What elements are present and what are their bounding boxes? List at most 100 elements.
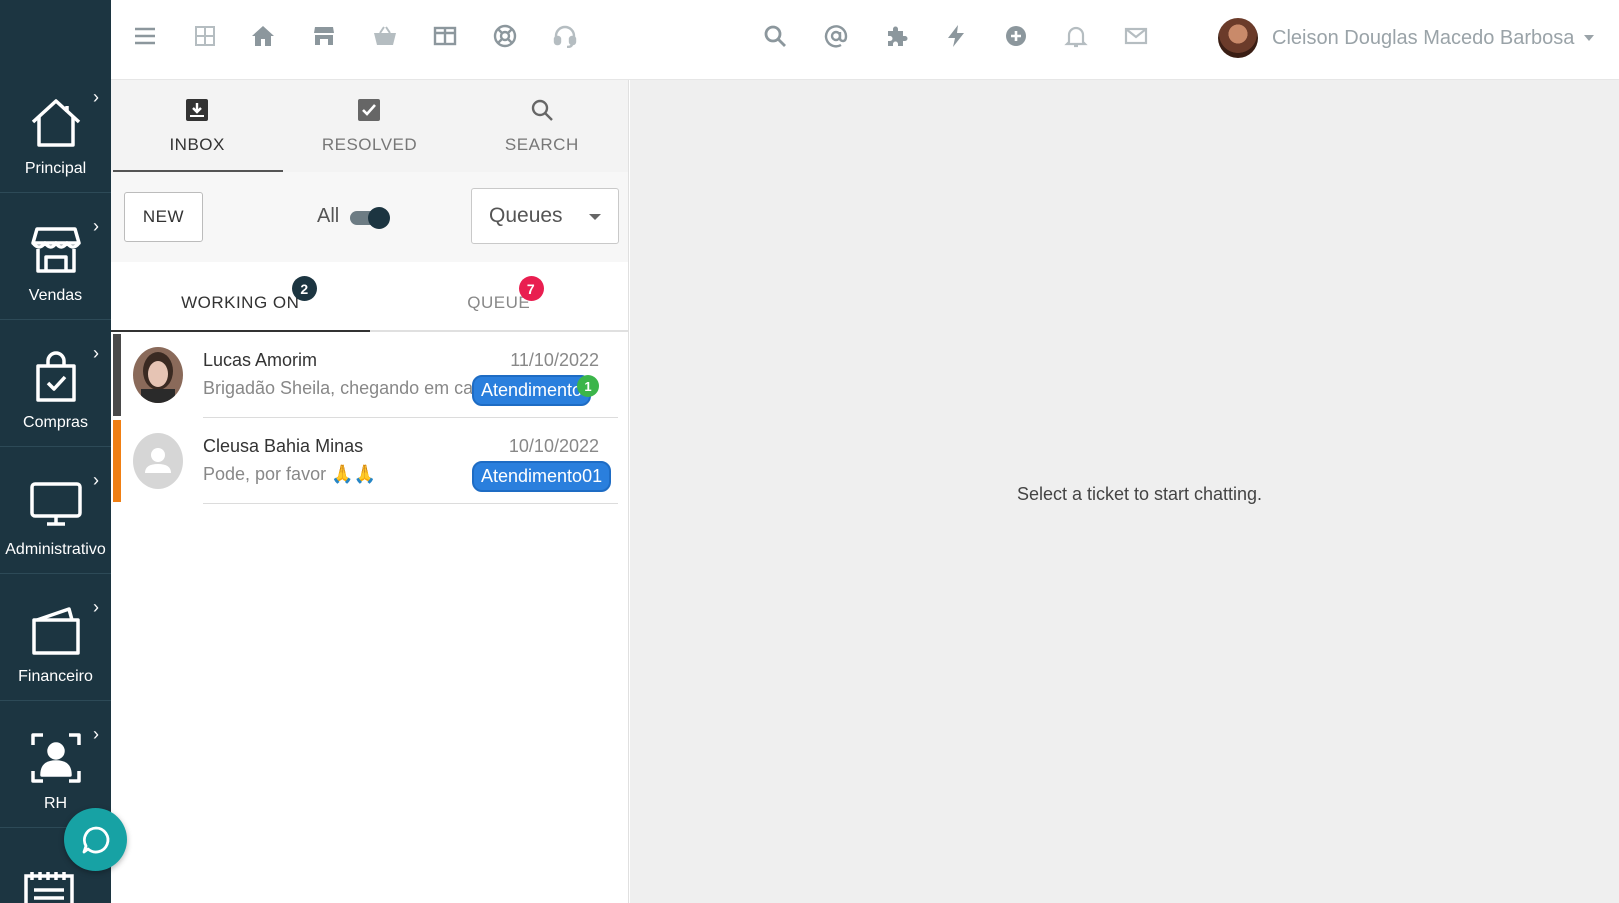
- mail-icon: [1124, 27, 1148, 45]
- columns-button[interactable]: [431, 22, 459, 50]
- chevron-right-icon: ›: [93, 216, 99, 236]
- search-icon: [531, 99, 553, 121]
- sidebar-item-administrativo[interactable]: Administrativo ›: [0, 447, 111, 574]
- monitor-icon: [29, 482, 82, 526]
- ticket-status-bar: [113, 420, 121, 502]
- mentions-button[interactable]: [822, 22, 850, 50]
- home-icon: [252, 26, 274, 46]
- grid-icon: [195, 26, 215, 46]
- tickets-panel: INBOX RESOLVED SEARCH NEW All Queues WOR…: [111, 80, 629, 903]
- toggle-knob: [368, 207, 390, 229]
- home-button[interactable]: [249, 22, 277, 50]
- sidebar-item-label: Vendas: [28, 287, 83, 304]
- default-user-icon: [145, 448, 171, 473]
- ticket-item[interactable]: Lucas Amorim 11/10/2022 Brigadão Sheila,…: [111, 332, 628, 418]
- user-name: Cleison Douglas Macedo Barbosa: [1272, 26, 1575, 49]
- menu-icon: [135, 27, 155, 45]
- home-icon: [31, 99, 80, 147]
- store-button[interactable]: [310, 22, 338, 50]
- working-on-count-badge: 2: [292, 276, 317, 301]
- sidebar-item-compras[interactable]: Compras ›: [0, 320, 111, 447]
- search-button[interactable]: [761, 22, 789, 50]
- user-focus-icon: [30, 733, 81, 783]
- sidebar-item-label: RH: [43, 795, 68, 812]
- inbox-download-icon: [186, 99, 209, 121]
- ticket-last-message: Pode, por favor 🙏🙏: [203, 464, 376, 484]
- tab-working-on[interactable]: WORKING ON 2: [111, 262, 370, 332]
- sub-tabs: WORKING ON 2 QUEUE 7: [111, 262, 628, 332]
- tab-label: SEARCH: [504, 135, 579, 154]
- sidebar-item-label: Financeiro: [18, 668, 93, 685]
- chevron-right-icon: ›: [93, 470, 99, 490]
- chat-fab-button[interactable]: [64, 808, 127, 871]
- add-button[interactable]: [1002, 22, 1030, 50]
- tab-resolved[interactable]: RESOLVED: [283, 80, 455, 172]
- ticket-list: Lucas Amorim 11/10/2022 Brigadão Sheila,…: [111, 332, 628, 504]
- plus-circle-icon: [1006, 26, 1026, 46]
- tab-inbox[interactable]: INBOX: [111, 80, 284, 172]
- queues-select[interactable]: Queues: [471, 188, 619, 244]
- menu-button[interactable]: [131, 22, 159, 50]
- sidebar-item-label: Administrativo: [5, 541, 106, 558]
- quick-actions-button[interactable]: [942, 22, 970, 50]
- tab-search[interactable]: SEARCH: [456, 80, 628, 172]
- new-ticket-button[interactable]: NEW: [124, 192, 203, 242]
- avatar: [133, 347, 183, 403]
- notifications-button[interactable]: [1062, 22, 1090, 50]
- lifebuoy-icon: [493, 24, 517, 48]
- grid-button[interactable]: [191, 22, 219, 50]
- chevron-right-icon: ›: [93, 343, 99, 363]
- sidebar-item-label: Principal: [24, 160, 87, 177]
- chat-area: Select a ticket to start chatting.: [630, 80, 1619, 903]
- tab-queue[interactable]: QUEUE 7: [370, 262, 629, 330]
- search-icon: [764, 25, 786, 47]
- avatar: [133, 433, 183, 489]
- basket-button[interactable]: [371, 22, 399, 50]
- columns-icon: [433, 26, 457, 46]
- chat-placeholder-text: Select a ticket to start chatting.: [1016, 484, 1263, 504]
- divider: [203, 503, 618, 504]
- chevron-down-icon: [1584, 35, 1595, 41]
- all-toggle-label: All: [317, 205, 340, 227]
- main-tabs: INBOX RESOLVED SEARCH: [111, 80, 628, 172]
- sidebar-item-financeiro[interactable]: Financeiro ›: [0, 574, 111, 701]
- chevron-right-icon: ›: [93, 87, 99, 107]
- filter-row: NEW All Queues: [111, 172, 628, 262]
- chat-bubble-icon: [82, 826, 109, 853]
- ticket-last-message: Brigadão Sheila, chegando em casa: [203, 378, 473, 398]
- store-icon: [314, 27, 334, 45]
- chevron-right-icon: ›: [93, 597, 99, 617]
- avatar: [1218, 18, 1258, 58]
- at-icon: [824, 25, 848, 48]
- ticket-status-bar: [113, 334, 121, 416]
- bell-icon: [1064, 26, 1088, 48]
- messages-button[interactable]: [1122, 22, 1150, 50]
- sidebar-item-principal[interactable]: Principal ›: [0, 0, 111, 193]
- sidebar-item-vendas[interactable]: Vendas ›: [0, 193, 111, 320]
- ticket-item[interactable]: Cleusa Bahia Minas 10/10/2022 Pode, por …: [111, 418, 628, 504]
- ticket-queue-badge: Atendimento: [472, 375, 592, 406]
- plugins-button[interactable]: [882, 22, 910, 50]
- sidebar: Principal › Vendas › Compras › Administr…: [0, 0, 111, 903]
- headset-icon: [553, 25, 577, 48]
- tab-label: RESOLVED: [321, 135, 418, 154]
- basket-icon: [374, 26, 396, 45]
- ticket-contact-name: Lucas Amorim: [203, 350, 318, 370]
- ticket-date: 11/10/2022: [510, 350, 599, 370]
- tab-label: INBOX: [169, 135, 225, 154]
- user-menu[interactable]: Cleison Douglas Macedo Barbosa: [1218, 16, 1595, 60]
- unread-count-badge: 1: [577, 375, 599, 397]
- sidebar-item-label: Compras: [23, 414, 88, 431]
- ticket-queue-badge: Atendimento01: [472, 461, 612, 492]
- support-button[interactable]: [491, 22, 519, 50]
- wallet-icon: [31, 607, 80, 655]
- tab-label: WORKING ON: [181, 293, 300, 312]
- store-icon: [30, 227, 81, 273]
- caret-down-icon: [589, 214, 601, 220]
- shopping-bag-check-icon: [35, 351, 76, 402]
- ticket-contact-name: Cleusa Bahia Minas: [203, 436, 364, 456]
- all-toggle[interactable]: [350, 207, 390, 229]
- top-bar: Cleison Douglas Macedo Barbosa: [111, 0, 1619, 80]
- chevron-right-icon: ›: [93, 724, 99, 744]
- headset-button[interactable]: [551, 22, 579, 50]
